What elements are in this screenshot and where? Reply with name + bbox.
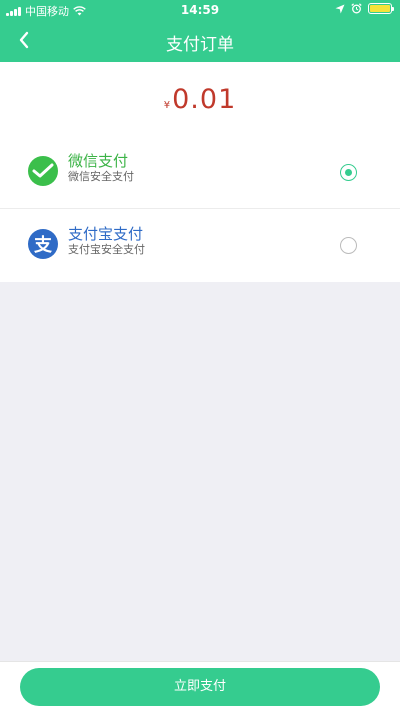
amount-value: 0.01 bbox=[172, 84, 237, 115]
payment-method-name: 支付宝支付 bbox=[68, 225, 144, 243]
payment-option-text: 微信支付 微信安全支付 bbox=[68, 152, 134, 184]
payment-option-wechat[interactable]: 微信支付 微信安全支付 bbox=[0, 136, 400, 209]
wechat-pay-icon bbox=[28, 156, 58, 186]
battery-level bbox=[370, 5, 390, 12]
pay-now-button[interactable]: 立即支付 bbox=[20, 668, 380, 706]
payment-method-name: 微信支付 bbox=[68, 152, 129, 170]
app-header: 中国移动 14:59 支付订单 bbox=[0, 0, 400, 62]
alipay-icon: 支 bbox=[28, 229, 58, 259]
payment-option-alipay[interactable]: 支 支付宝支付 支付宝安全支付 bbox=[0, 209, 400, 282]
payment-method-desc: 支付宝安全支付 bbox=[68, 243, 145, 256]
location-icon bbox=[335, 4, 345, 13]
radio-alipay[interactable] bbox=[340, 237, 357, 254]
page-title: 支付订单 bbox=[166, 35, 234, 55]
status-right bbox=[335, 3, 394, 14]
radio-wechat-selected[interactable] bbox=[340, 164, 357, 181]
battery-icon bbox=[368, 3, 394, 14]
payment-method-desc: 微信安全支付 bbox=[68, 170, 134, 183]
payment-option-text: 支付宝支付 支付宝安全支付 bbox=[68, 225, 145, 257]
footer-bar: 立即支付 bbox=[0, 661, 400, 711]
nav-bar: 支付订单 bbox=[0, 20, 400, 62]
currency-symbol: ¥ bbox=[163, 100, 171, 111]
alarm-icon bbox=[351, 3, 362, 14]
order-amount: ¥0.01 bbox=[0, 84, 400, 115]
status-bar: 中国移动 14:59 bbox=[0, 0, 400, 20]
